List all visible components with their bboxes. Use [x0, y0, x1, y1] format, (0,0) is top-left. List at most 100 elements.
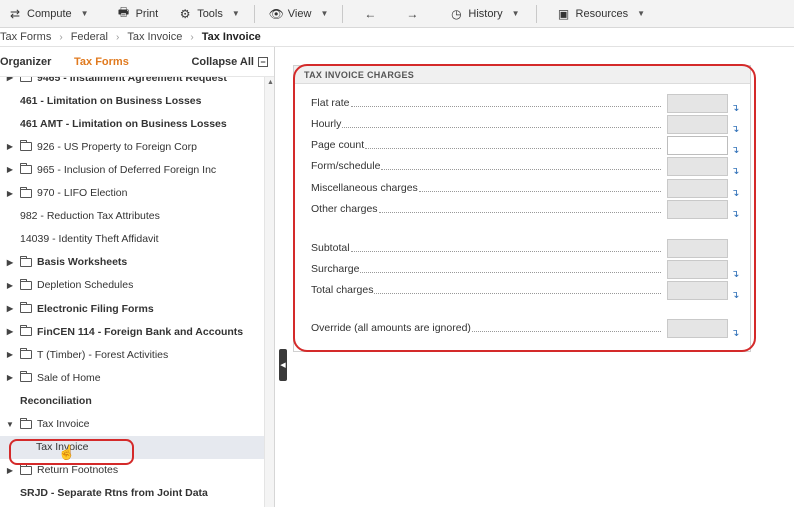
- collapse-all-button[interactable]: Collapse All −: [191, 56, 268, 68]
- tree-item-label: 461 - Limitation on Business Losses: [20, 94, 202, 107]
- tree-item[interactable]: ▶ Depletion Schedules: [0, 274, 264, 297]
- tab-tax-forms[interactable]: Tax Forms: [74, 56, 129, 68]
- caret-right-icon[interactable]: ▶: [4, 258, 16, 267]
- tree-item-label: SRJD - Separate Rtns from Joint Data: [20, 487, 208, 500]
- tree-item-label: 965 - Inclusion of Deferred Foreign Inc: [37, 163, 217, 176]
- tree-item[interactable]: ▶ Basis Worksheets: [0, 251, 264, 274]
- breadcrumb-current: Tax Invoice: [201, 31, 261, 43]
- chevron-right-icon: ›: [59, 31, 63, 43]
- chevron-right-icon: ›: [115, 31, 120, 43]
- caret-right-icon[interactable]: ▶: [4, 466, 16, 475]
- breadcrumb-item[interactable]: Federal: [71, 31, 108, 43]
- tree-item-label: Electronic Filing Forms: [37, 302, 154, 315]
- back-button[interactable]: ←: [355, 0, 385, 28]
- tree-item-label: 9465 - Installment Agreement Request: [37, 77, 227, 84]
- tree-item-label: Depletion Schedules: [37, 279, 134, 292]
- tree-item-label: 982 - Reduction Tax Attributes: [20, 210, 160, 223]
- tools-button[interactable]: ⚙ Tools ▼: [170, 0, 248, 28]
- print-button[interactable]: 🖶 Print: [109, 0, 167, 28]
- tree-item[interactable]: ▶ 970 - LIFO Election: [0, 182, 264, 205]
- tab-organizer[interactable]: Organizer: [0, 56, 51, 68]
- folder-icon: [20, 278, 32, 290]
- tree-item[interactable]: ▶ 965 - Inclusion of Deferred Foreign Inc: [0, 158, 264, 181]
- folder-icon: [20, 302, 32, 313]
- tree-item-label: FinCEN 114 - Foreign Bank and Accounts: [37, 325, 244, 338]
- folder-icon: [20, 255, 32, 267]
- tree-item[interactable]: ▶ Sale of Home: [0, 366, 264, 389]
- folder-icon: [20, 77, 32, 82]
- caret-down-icon[interactable]: ▼: [4, 420, 16, 429]
- tree-item-label: T (Timber) - Forest Activities: [37, 348, 169, 361]
- arrow-right-icon: →: [406, 6, 419, 21]
- folder-icon: [20, 186, 32, 198]
- caret-right-icon[interactable]: ▶: [4, 281, 16, 290]
- tree-item-label: 926 - US Property to Foreign Corp: [37, 140, 197, 153]
- tree-item[interactable]: 461 AMT - Limitation on Business Losses: [0, 112, 264, 135]
- tree-item-label: Return Footnotes: [37, 464, 119, 477]
- chevron-down-icon: ▼: [637, 9, 646, 18]
- tree-item[interactable]: ▶ Electronic Filing Forms: [0, 297, 264, 320]
- caret-right-icon[interactable]: ▶: [4, 304, 16, 313]
- breadcrumb-item[interactable]: Tax Invoice: [127, 31, 182, 43]
- folder-icon: [20, 463, 32, 475]
- breadcrumb-item[interactable]: Tax Forms: [0, 31, 51, 43]
- folder-icon: [20, 417, 32, 429]
- tree-item[interactable]: ▶ FinCEN 114 - Foreign Bank and Accounts: [0, 320, 264, 343]
- tree-item-label: Tax Invoice: [37, 418, 90, 430]
- tree-item-label: 14039 - Identity Theft Affidavit: [20, 233, 159, 246]
- toolbar: ⇄ Compute ▼ 🖶 Print ⚙ Tools ▼ 👁 View ▼ ←…: [0, 0, 794, 28]
- tree-item[interactable]: ▶ 9465 - Installment Agreement Request: [0, 77, 264, 89]
- tree-item[interactable]: ▼ Tax Invoice: [0, 413, 264, 436]
- briefcase-icon: ▣: [557, 6, 570, 21]
- tree-item-label: Basis Worksheets: [37, 256, 128, 269]
- chevron-down-icon: ▼: [80, 9, 89, 18]
- tree-item[interactable]: ▶ T (Timber) - Forest Activities: [0, 343, 264, 366]
- caret-right-icon[interactable]: ▶: [4, 327, 16, 336]
- resources-button[interactable]: ▣ Resources ▼: [549, 0, 654, 28]
- tree-item[interactable]: Reconciliation: [0, 389, 264, 412]
- tree-item[interactable]: SRJD - Separate Rtns from Joint Data: [0, 482, 264, 505]
- breadcrumb: Tax Forms › Federal › Tax Invoice › Tax …: [0, 28, 794, 47]
- toolbar-divider: [342, 4, 344, 23]
- history-button[interactable]: ◷ History ▼: [441, 0, 527, 28]
- panel-splitter-handle[interactable]: ◀: [279, 349, 287, 381]
- folder-icon: [20, 140, 32, 152]
- chevron-right-icon: ›: [190, 31, 194, 43]
- clock-icon: ◷: [451, 6, 462, 21]
- left-panel: Organizer Tax Forms Collapse All − ▶ 9465…: [0, 47, 275, 507]
- compute-button[interactable]: ⇄ Compute ▼: [0, 0, 97, 28]
- toolbar-divider: [535, 4, 537, 23]
- gear-icon: ⚙: [179, 6, 191, 21]
- caret-right-icon[interactable]: ▶: [4, 189, 16, 198]
- caret-right-icon[interactable]: ▶: [4, 373, 16, 382]
- eye-icon: 👁: [268, 6, 285, 21]
- tree-item[interactable]: 14039 - Identity Theft Affidavit: [0, 228, 264, 251]
- hand-cursor-icon: ☝: [58, 444, 76, 460]
- collapse-icon: −: [258, 56, 268, 67]
- view-button[interactable]: 👁 View ▼: [261, 0, 337, 28]
- chevron-down-icon: ▼: [231, 9, 240, 18]
- caret-right-icon[interactable]: ▶: [4, 350, 16, 359]
- caret-right-icon[interactable]: ▶: [4, 142, 16, 151]
- tree-item-label: 970 - LIFO Election: [37, 187, 128, 199]
- folder-icon: [20, 371, 32, 383]
- chevron-down-icon: ▼: [320, 9, 329, 18]
- annotation-circle: [293, 64, 756, 352]
- tree-item[interactable]: 982 - Reduction Tax Attributes: [0, 205, 264, 228]
- tree-item-label: 461 AMT - Limitation on Business Losses: [20, 117, 227, 130]
- printer-icon: 🖶: [117, 5, 130, 19]
- caret-right-icon[interactable]: ▶: [4, 77, 16, 82]
- chevron-down-icon: ▼: [511, 9, 520, 18]
- tree-item-label: Sale of Home: [37, 371, 101, 384]
- folder-icon: [20, 163, 32, 175]
- folder-icon: [20, 325, 32, 337]
- tree-item[interactable]: ▶ 926 - US Property to Foreign Corp: [0, 135, 264, 158]
- caret-right-icon[interactable]: ▶: [4, 165, 16, 174]
- forward-button[interactable]: →: [397, 0, 427, 28]
- tree-item[interactable]: 461 - Limitation on Business Losses: [0, 89, 264, 112]
- left-panel-tabs: Organizer Tax Forms Collapse All −: [0, 47, 274, 77]
- tree-item-label: Reconciliation: [20, 394, 92, 407]
- tree-scrollbar[interactable]: ▲: [264, 77, 274, 507]
- scroll-up-icon[interactable]: ▲: [267, 79, 274, 86]
- toolbar-divider: [253, 4, 255, 23]
